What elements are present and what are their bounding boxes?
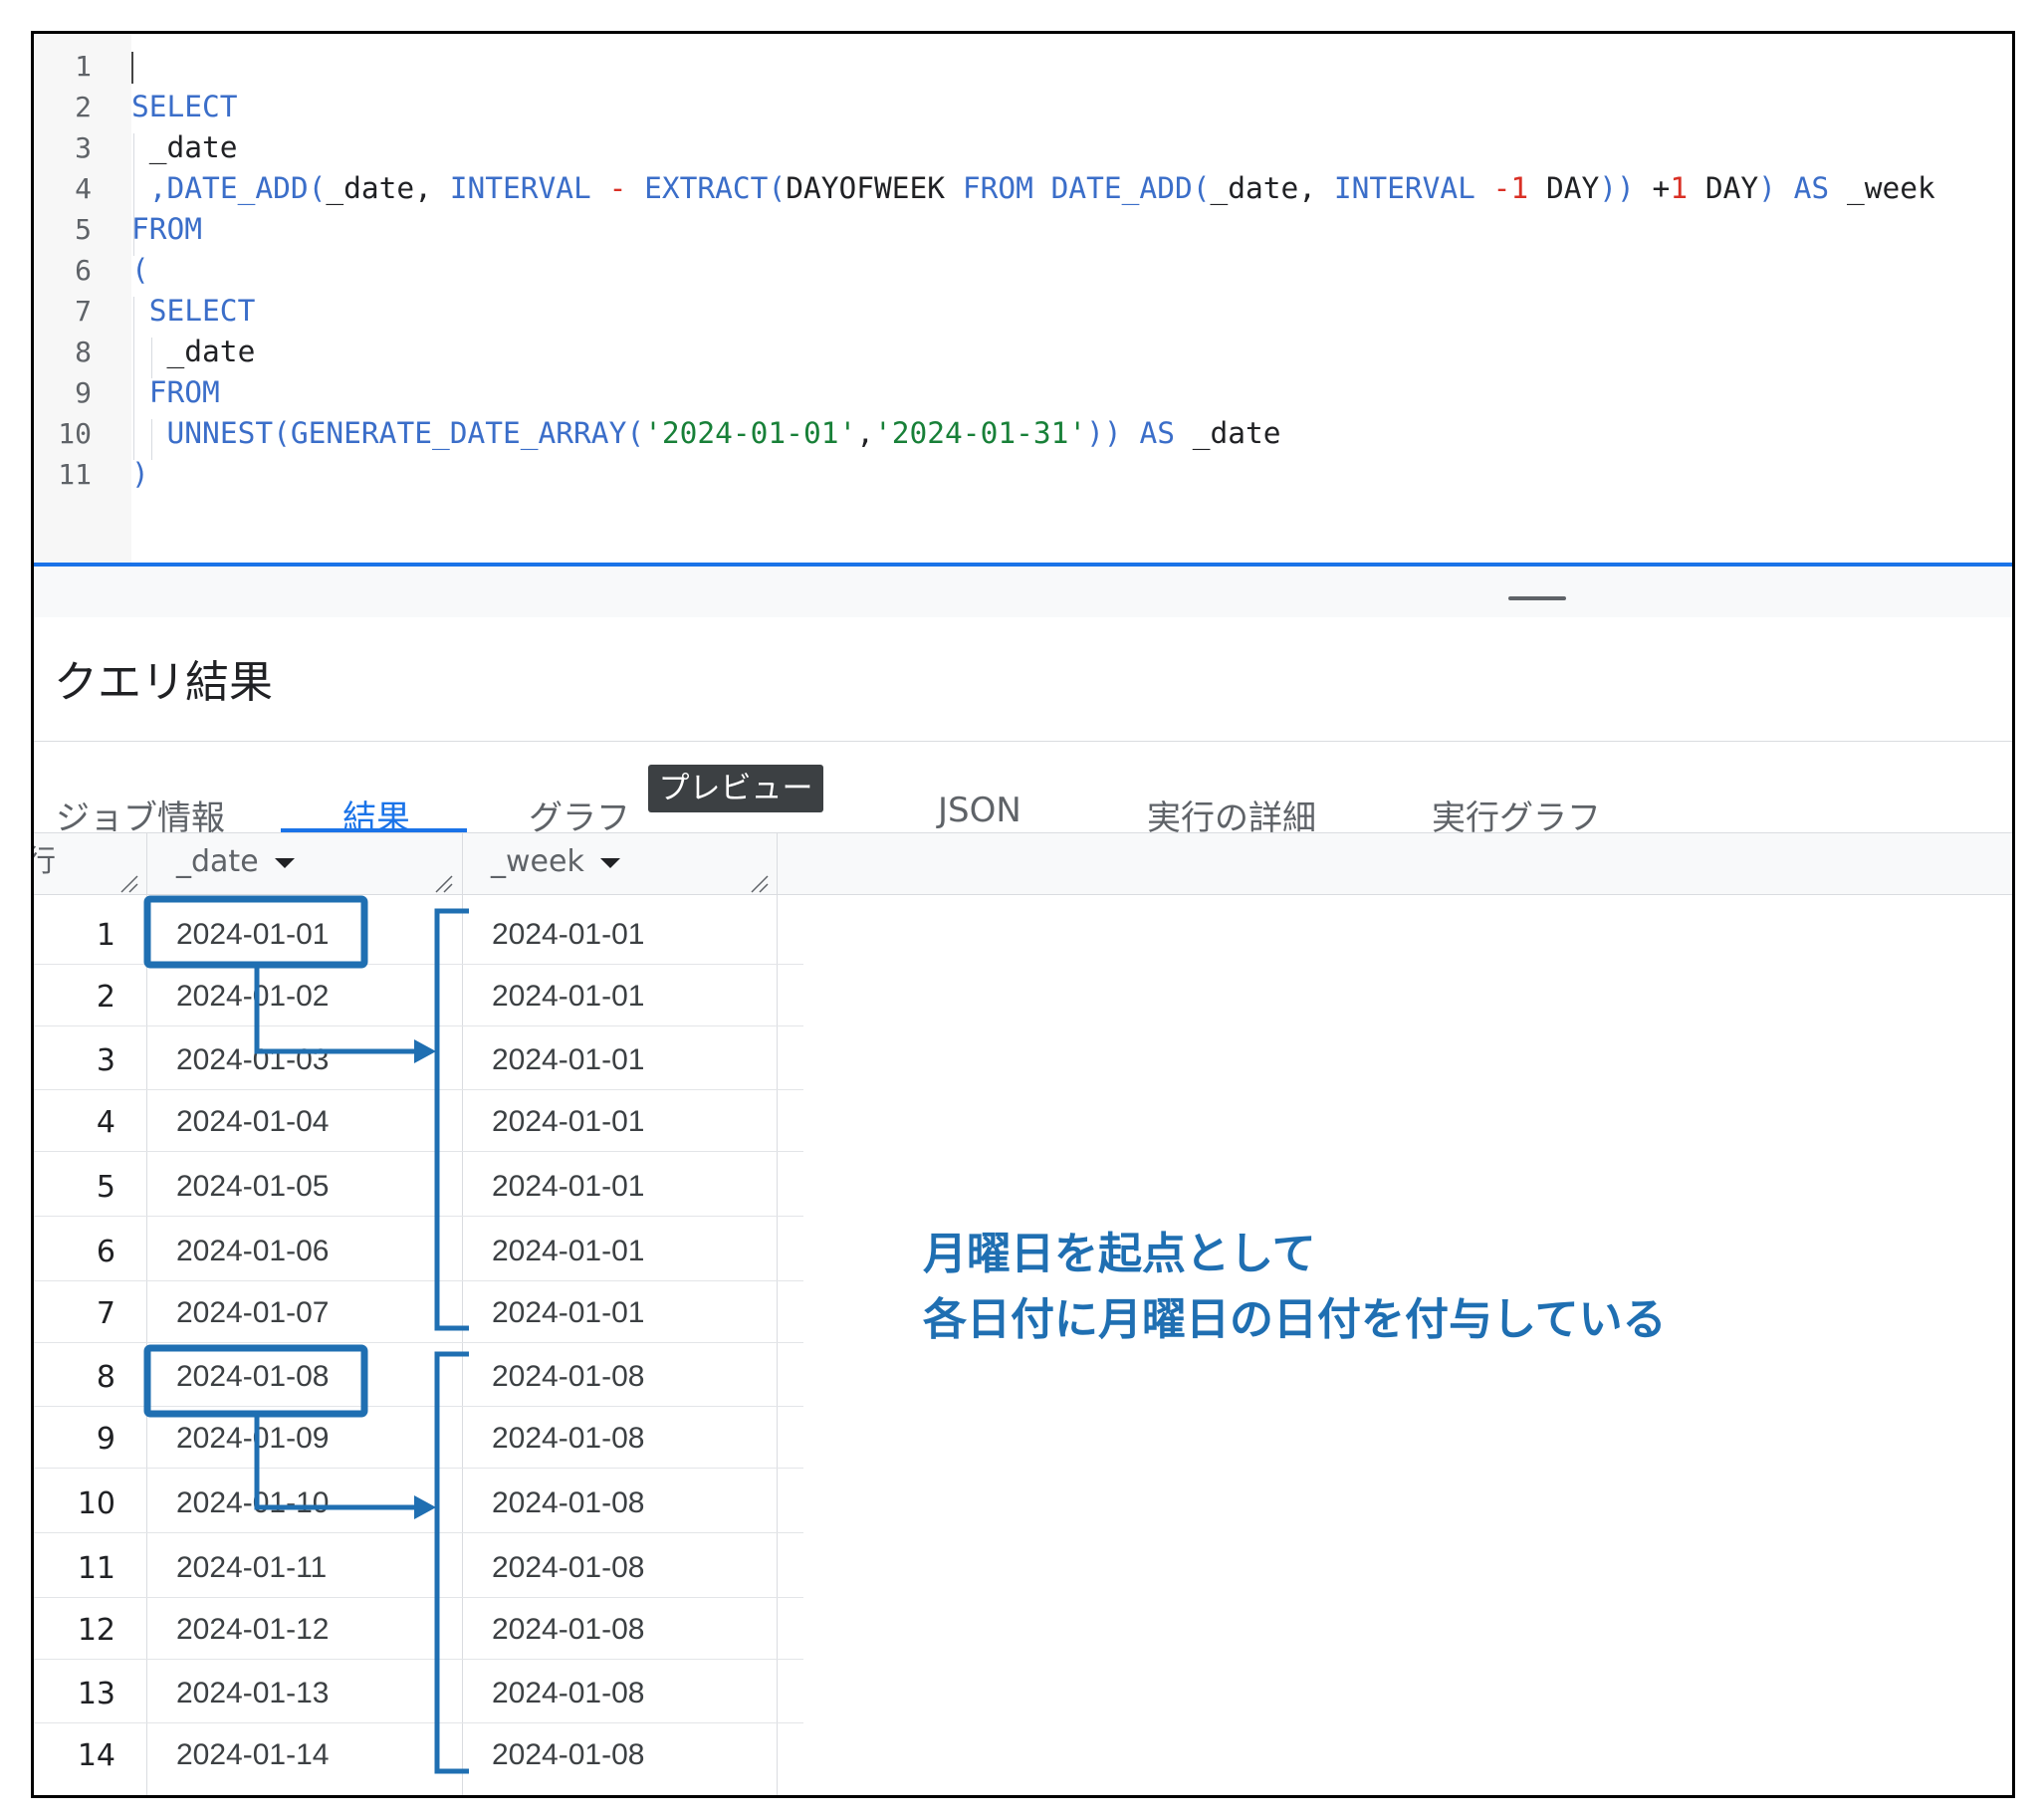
arrow-line-week1: [254, 965, 420, 1054]
arrow-line-week2: [254, 1414, 420, 1510]
arrow-head-icon: [414, 1039, 436, 1063]
arrow-head-icon: [414, 1495, 436, 1519]
annotation-note: 月曜日を起点として 各日付に月曜日の日付を付与している: [923, 1222, 1667, 1353]
highlight-box-week1: [143, 895, 368, 969]
screenshot-frame: 1 2 3 4 5 6 7 8 9 10 11 SELECT _date ,DA…: [31, 31, 2015, 1798]
annotation-overlay: [143, 895, 469, 1774]
annotation-line-2: 各日付に月曜日の日付を付与している: [923, 1294, 1667, 1345]
highlight-box-week2: [143, 1344, 368, 1418]
annotation-line-1: 月曜日を起点として: [923, 1229, 1316, 1279]
bracket-week1: [434, 908, 469, 1331]
bracket-week2: [434, 1351, 469, 1774]
